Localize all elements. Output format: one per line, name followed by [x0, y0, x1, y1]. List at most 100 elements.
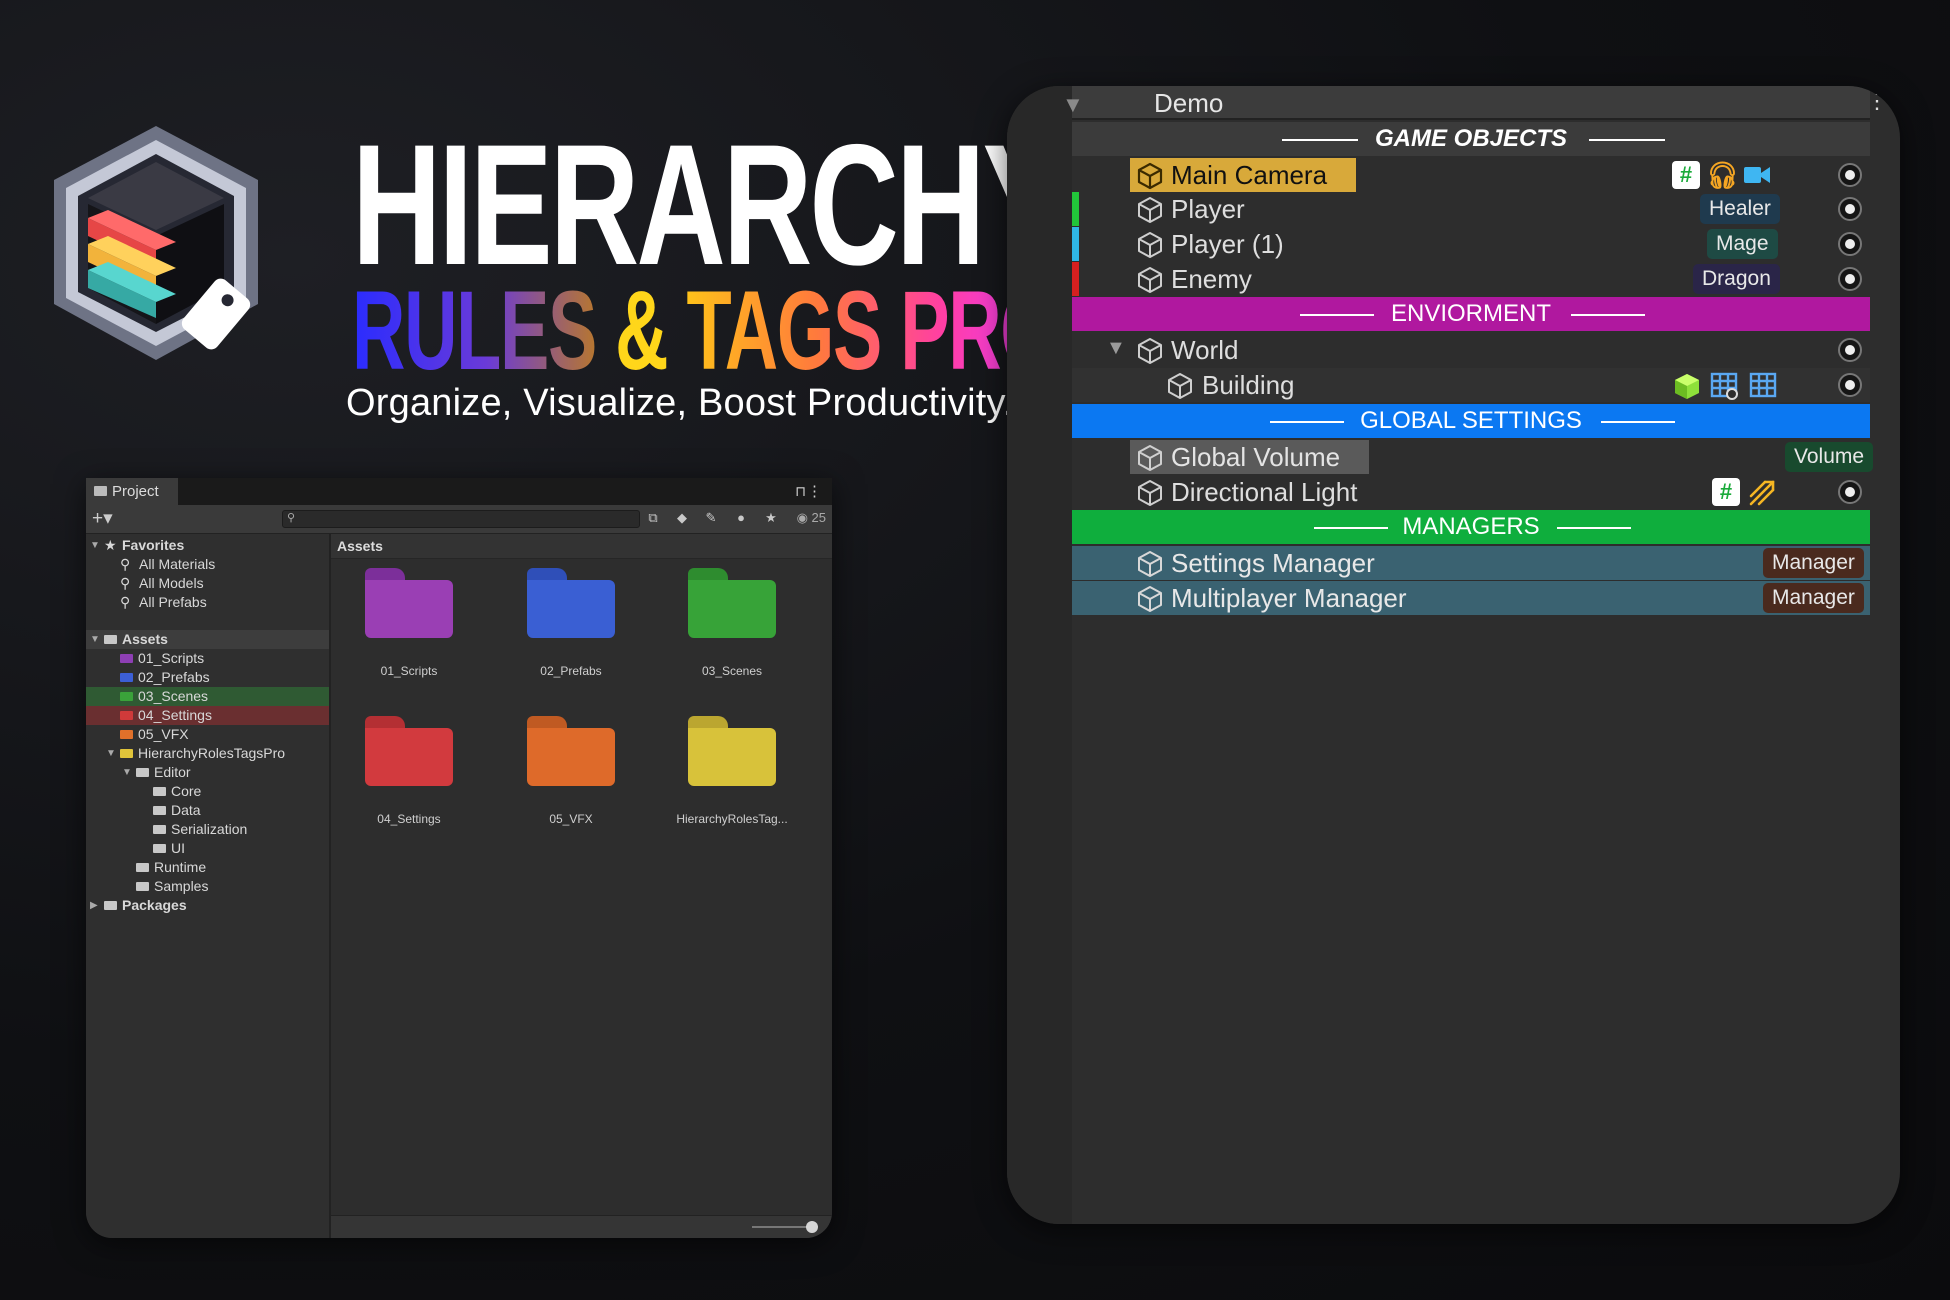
asset-folder-05-vfx[interactable]	[527, 716, 615, 786]
separator-enviorment[interactable]: ENVIORMENT	[1072, 297, 1870, 331]
zoom-bar	[331, 1215, 832, 1238]
tree-item-all-materials[interactable]: ⚲ All Materials	[86, 555, 329, 574]
tree-item-05-vfx[interactable]: 05_VFX	[86, 725, 329, 744]
zoom-slider-track[interactable]	[752, 1226, 814, 1228]
tree-label: All Materials	[139, 556, 216, 572]
tree-label: 02_Prefabs	[138, 669, 210, 685]
visibility-toggle[interactable]	[1838, 267, 1862, 291]
tab-project[interactable]: Project	[86, 478, 178, 505]
folder-icon	[153, 787, 166, 796]
project-toolbar: +▾ ⚲ ⧉ ◆ ✎ ● ★ ◉ 25	[86, 505, 832, 534]
tree-label: Favorites	[122, 537, 185, 553]
tree-item-ui[interactable]: UI	[86, 839, 329, 858]
asset-label: 03_Scenes	[701, 664, 763, 678]
warning-icon[interactable]: ●	[733, 510, 749, 526]
project-tabbar: Project ⊓ ⋮	[86, 478, 832, 505]
hierarchy-row-building[interactable]: Building	[1072, 368, 1870, 402]
zoom-slider-handle[interactable]	[806, 1221, 818, 1233]
role-tag-mage[interactable]: Mage	[1707, 229, 1778, 259]
tree-label: Packages	[122, 897, 187, 913]
row-name: Settings Manager	[1171, 548, 1375, 578]
tree-item-editor[interactable]: ▼ Editor	[86, 763, 329, 782]
asset-folder-03-scenes[interactable]	[688, 568, 776, 638]
visibility-toggle[interactable]	[1838, 163, 1862, 187]
expand-arrow-icon[interactable]: ▶	[90, 896, 98, 915]
tab-project-label: Project	[112, 483, 159, 500]
tree-item-samples[interactable]: Samples	[86, 877, 329, 896]
role-tag-manager[interactable]: Manager	[1763, 583, 1864, 613]
hierarchy-window: ▼ Demo ⋮ GAME OBJECTS Main Camera # 🎧︎ P…	[1007, 86, 1900, 1224]
scene-search-icon[interactable]: ⧉	[645, 510, 661, 526]
tree-label: 03_Scenes	[138, 688, 209, 704]
visibility-toggle[interactable]	[1838, 480, 1862, 504]
expand-arrow-icon[interactable]: ▼	[106, 744, 116, 763]
search-input[interactable]: ⚲	[282, 510, 640, 528]
asset-folder-04-settings[interactable]	[365, 716, 453, 786]
role-tag-dragon[interactable]: Dragon	[1693, 264, 1780, 294]
hierarchy-row-world[interactable]: ▼ World	[1072, 333, 1870, 367]
asset-label: 02_Prefabs	[540, 664, 602, 678]
create-plus-icon[interactable]: +▾	[92, 507, 113, 530]
mesh-filter-icon	[1675, 374, 1699, 399]
role-tag-manager[interactable]: Manager	[1763, 548, 1864, 578]
hierarchy-row-main-camera[interactable]: Main Camera # 🎧︎	[1072, 158, 1870, 192]
filter-type-icon[interactable]: ◆	[674, 510, 690, 526]
tree-item-serialization[interactable]: Serialization	[86, 820, 329, 839]
separator-label: MANAGERS	[1402, 513, 1540, 540]
tree-item-favorites[interactable]: ▼ ★ Favorites	[86, 536, 329, 555]
visibility-toggle[interactable]	[1838, 232, 1862, 256]
separator-line	[1601, 421, 1675, 423]
tree-item-04-settings[interactable]: 04_Settings	[86, 706, 329, 725]
kebab-menu-icon[interactable]: ⋮	[807, 482, 822, 500]
asset-folder-02-prefabs[interactable]	[527, 568, 615, 638]
tree-item-packages[interactable]: ▶ Packages	[86, 896, 329, 915]
title-word-tags-pro: TAGS PRO	[686, 268, 1057, 393]
expand-arrow-icon[interactable]: ▼	[122, 763, 132, 782]
script-hash-icon: #	[1712, 478, 1740, 506]
asset-folder-01-scripts[interactable]	[365, 568, 453, 638]
visibility-toggle[interactable]	[1838, 373, 1862, 397]
collapse-arrow-icon[interactable]: ▼	[1062, 92, 1084, 118]
separator-global-settings[interactable]: GLOBAL SETTINGS	[1072, 404, 1870, 438]
role-tag-volume[interactable]: Volume	[1785, 442, 1874, 472]
tree-item-data[interactable]: Data	[86, 801, 329, 820]
hierarchy-gutter	[1007, 86, 1072, 1224]
hierarchy-row-multiplayer-manager[interactable]: Multiplayer Manager Manager	[1072, 581, 1870, 615]
kebab-menu-icon[interactable]: ⋮	[1866, 88, 1888, 114]
hierarchy-row-enemy[interactable]: Enemy Dragon	[1072, 262, 1870, 296]
folder-icon	[120, 730, 133, 739]
scene-header[interactable]: ▼ Demo	[1062, 86, 1870, 120]
visibility-toggle[interactable]	[1838, 338, 1862, 362]
expand-arrow-icon[interactable]: ▼	[90, 630, 100, 649]
scene-name: Demo	[1154, 88, 1224, 118]
lock-icon[interactable]: ⊓	[795, 483, 806, 500]
tree-item-all-prefabs[interactable]: ⚲ All Prefabs	[86, 593, 329, 612]
gameobject-cube-icon	[1138, 267, 1162, 293]
visibility-toggle[interactable]	[1838, 197, 1862, 221]
hierarchy-row-global-volume[interactable]: Global Volume Volume	[1072, 440, 1874, 474]
filter-label-icon[interactable]: ✎	[703, 510, 719, 526]
favorite-star-icon[interactable]: ★	[763, 510, 779, 526]
expand-arrow-icon[interactable]: ▼	[90, 536, 100, 555]
tree-label: Core	[171, 783, 202, 799]
tree-item-03-scenes[interactable]: 03_Scenes	[86, 687, 329, 706]
breadcrumb: Assets	[331, 534, 832, 559]
hierarchy-row-directional-light[interactable]: Directional Light #	[1072, 475, 1870, 509]
tree-item-assets[interactable]: ▼ Assets	[86, 630, 329, 649]
role-tag-healer[interactable]: Healer	[1700, 194, 1780, 224]
asset-folder-hierarchyrolestagspro[interactable]	[688, 716, 776, 786]
hierarchy-row-settings-manager[interactable]: Settings Manager Manager	[1072, 546, 1870, 580]
folder-front	[688, 728, 776, 786]
hierarchy-row-player-1[interactable]: Player (1) Mage	[1072, 227, 1870, 261]
asset-label: HierarchyRolesTag...	[676, 812, 788, 826]
tree-item-hierarchyrolestagspro[interactable]: ▼ HierarchyRolesTagsPro	[86, 744, 329, 763]
expand-arrow-icon[interactable]: ▼	[1106, 337, 1126, 360]
tree-item-core[interactable]: Core	[86, 782, 329, 801]
separator-game-objects[interactable]: GAME OBJECTS	[1072, 122, 1870, 156]
tree-item-all-models[interactable]: ⚲ All Models	[86, 574, 329, 593]
hierarchy-row-player[interactable]: Player Healer	[1072, 192, 1870, 226]
tree-item-runtime[interactable]: Runtime	[86, 858, 329, 877]
separator-managers[interactable]: MANAGERS	[1072, 510, 1870, 544]
tree-item-01-scripts[interactable]: 01_Scripts	[86, 649, 329, 668]
tree-item-02-prefabs[interactable]: 02_Prefabs	[86, 668, 329, 687]
